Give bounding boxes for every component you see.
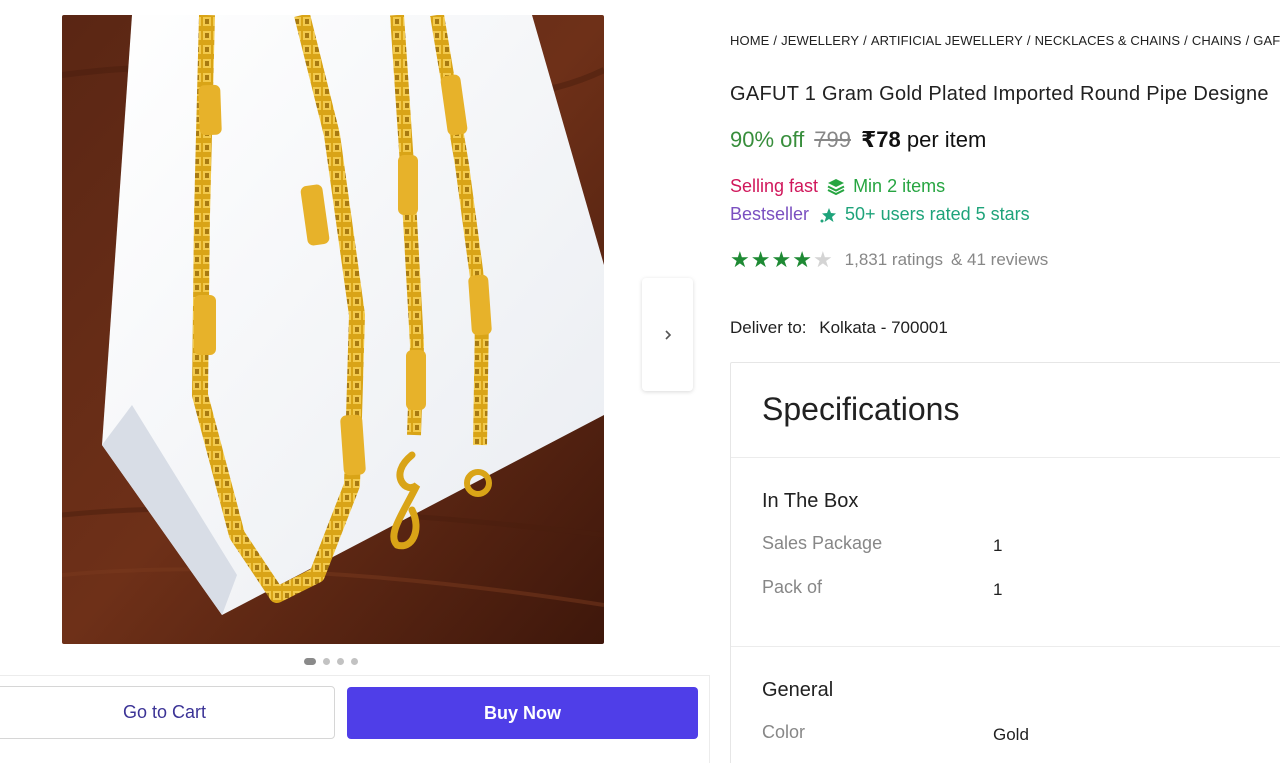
price-row: 90% off 799 ₹78 per item <box>730 127 986 153</box>
selling-price: ₹78 per item <box>861 127 986 153</box>
rating-badges-row: Bestseller 50+ users rated 5 stars <box>730 204 1030 225</box>
discount-percent: 90% off <box>730 127 805 152</box>
reviews-count[interactable]: & 41 reviews <box>951 250 1048 270</box>
spec-group-title: In The Box <box>762 490 859 512</box>
min-items-badge: Min 2 items <box>826 176 945 197</box>
spec-group-title: General <box>762 679 834 701</box>
spec-key: Sales Package <box>762 533 883 553</box>
breadcrumb-item[interactable]: NECKLACES & CHAINS <box>1035 33 1181 48</box>
stack-layers-icon <box>827 178 845 195</box>
breadcrumb-separator: / <box>1245 33 1250 48</box>
spec-value: Gold <box>993 725 1029 744</box>
star-sparkle-icon <box>820 207 837 222</box>
breadcrumb-item[interactable]: HOME <box>730 33 769 48</box>
breadcrumb-separator: / <box>1184 33 1188 48</box>
spec-key: Color <box>762 722 806 742</box>
breadcrumb-item[interactable]: ARTIFICIAL JEWELLERY <box>871 33 1023 48</box>
delivery-location[interactable]: Deliver to: Kolkata - 700001 <box>730 318 948 338</box>
star-filled-icon: ★ <box>730 247 750 272</box>
product-title: GAFUT 1 Gram Gold Plated Imported Round … <box>730 83 1269 105</box>
action-bar-divider <box>0 675 710 676</box>
star-empty-icon: ★ <box>812 247 833 272</box>
go-to-cart-button[interactable]: Go to Cart <box>0 686 335 739</box>
breadcrumb-separator: / <box>863 33 867 48</box>
selling-badges-row: Selling fast Min 2 items <box>730 176 945 197</box>
spec-key: Pack of <box>762 577 823 597</box>
specs-divider <box>731 457 1280 458</box>
ratings-count[interactable]: 1,831 ratings <box>845 250 943 270</box>
price-suffix: per item <box>906 127 987 152</box>
bestseller-badge: Bestseller <box>730 204 810 224</box>
star-filled-icon: ★ <box>750 247 771 272</box>
pagination-dot[interactable] <box>337 658 344 665</box>
breadcrumb-item[interactable]: JEWELLERY <box>781 33 859 48</box>
image-pagination-dots <box>304 658 358 665</box>
rating-row: ★ ★ ★ ★ ★ 1,831 ratings & 41 reviews <box>730 249 1048 271</box>
product-image[interactable] <box>62 15 604 644</box>
selling-fast-badge: Selling fast <box>730 176 819 196</box>
users-rated-label: 50+ users rated 5 stars <box>845 204 1030 224</box>
spec-value: 1 <box>993 536 1003 555</box>
min-items-label: Min 2 items <box>853 176 946 196</box>
pagination-dot[interactable] <box>323 658 330 665</box>
panel-divider <box>709 675 710 763</box>
users-rated-badge: 50+ users rated 5 stars <box>819 204 1030 225</box>
star-filled-icon: ★ <box>792 247 812 272</box>
buy-now-button[interactable]: Buy Now <box>347 687 698 739</box>
pagination-dot[interactable] <box>351 658 358 665</box>
breadcrumb: HOME / JEWELLERY / ARTIFICIAL JEWELLERY / NECK… <box>730 33 1280 48</box>
next-image-button[interactable] <box>642 278 693 391</box>
pagination-dot[interactable] <box>304 658 316 665</box>
chevron-right-icon <box>664 329 671 340</box>
breadcrumb-item[interactable]: GAFUT <box>1253 33 1280 48</box>
original-price: 799 <box>814 127 851 152</box>
star-filled-icon: ★ <box>771 247 792 272</box>
deliver-to-label: Deliver to: <box>730 318 807 337</box>
chain-photo <box>62 15 604 644</box>
specs-divider <box>731 646 1280 647</box>
breadcrumb-separator: / <box>1026 33 1031 48</box>
price-value: ₹78 <box>860 127 901 152</box>
specifications-title: Specifications <box>762 391 960 427</box>
specifications-panel: Specifications In The Box Sales Package … <box>730 362 1280 763</box>
breadcrumb-separator: / <box>773 33 778 48</box>
star-rating: ★ ★ ★ ★ ★ <box>730 249 833 271</box>
delivery-pincode[interactable]: Kolkata - 700001 <box>819 318 948 337</box>
spec-value: 1 <box>993 580 1003 599</box>
breadcrumb-item[interactable]: CHAINS <box>1192 33 1242 48</box>
